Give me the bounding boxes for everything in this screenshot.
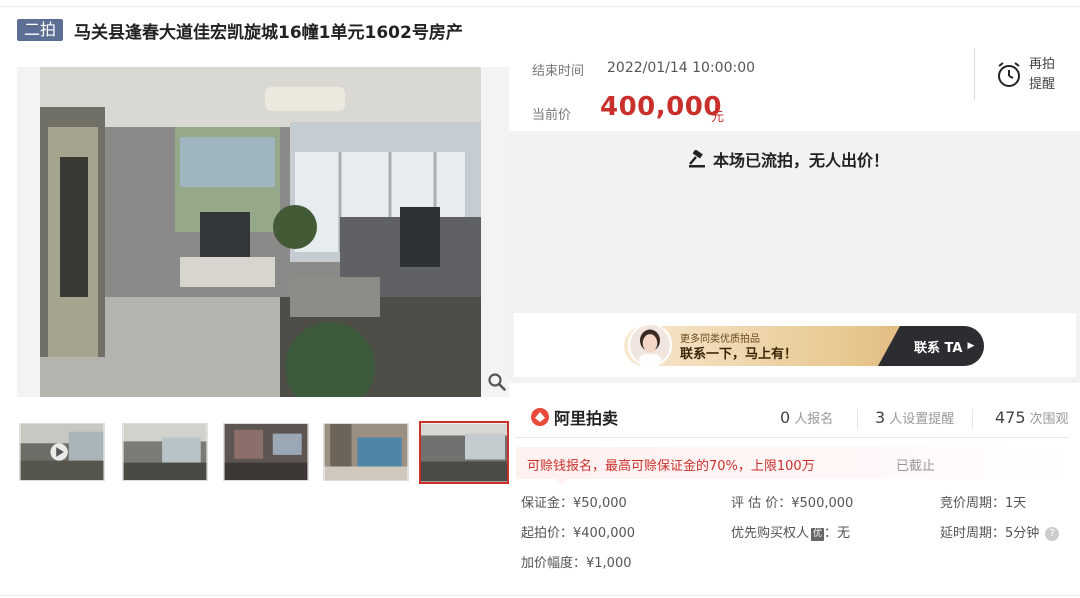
priority-tag: 优 — [811, 528, 825, 541]
avatar — [628, 323, 672, 367]
thumbnail-2[interactable] — [122, 423, 208, 481]
thumbnail-image — [421, 423, 507, 482]
contact-strip[interactable]: 更多同类优质拍品 联系一下，马上有！ 联系 TA ▶ — [624, 326, 984, 366]
reauction-remind-button[interactable]: 再拍 提醒 — [990, 55, 1070, 97]
main-photo[interactable] — [17, 67, 509, 397]
top-divider — [0, 6, 1080, 7]
end-time-value: 2022/01/14 10:00:00 — [607, 60, 756, 76]
priority-buyer: 优先购买权人优：无 — [731, 526, 851, 541]
ali-logo-icon — [531, 408, 549, 426]
thumbnail-image — [324, 424, 408, 480]
contact-banner: 更多同类优质拍品 联系一下，马上有！ 联系 TA ▶ — [514, 313, 1076, 377]
thumbnail-3[interactable] — [223, 423, 309, 481]
page-title: 马关县逢春大道佳宏凯旋城16幢1单元1602号房产 — [74, 22, 463, 43]
contact-big-text: 联系一下，马上有！ — [680, 347, 798, 362]
current-price-value: 400,000 — [600, 92, 722, 122]
status-text: 本场已流拍，无人出价！ — [713, 151, 890, 170]
signup-count: 0 人报名 — [780, 408, 834, 427]
auction-page: 二拍 马关县逢春大道佳宏凯旋城16幢1单元1602号房产 结束时间 2022/0… — [0, 0, 1080, 598]
starting-price: 起拍价：¥400,000 — [521, 526, 636, 541]
living-room-photo — [40, 67, 481, 397]
appraisal-price: 评 估 价：¥500,000 — [731, 496, 854, 511]
thumbnail-5-active[interactable] — [419, 421, 509, 484]
divider — [516, 437, 1068, 438]
help-icon[interactable]: ? — [1045, 527, 1060, 541]
thumbnail-image — [224, 424, 308, 480]
reminder-count: 3 人设置提醒 — [875, 408, 955, 427]
alarm-clock-icon — [998, 62, 1020, 87]
round-tag: 二拍 — [17, 19, 64, 41]
thumbnail-image — [20, 424, 104, 480]
notice-arrow — [556, 479, 568, 485]
current-price-label: 当前价 — [532, 108, 572, 123]
auction-hammer-icon — [689, 150, 705, 168]
divider — [974, 48, 975, 100]
delay-cycle: 延时周期：5分钟? — [940, 522, 1060, 541]
contact-ta-button[interactable]: 联系 TA ▶ — [878, 326, 984, 366]
bid-increment: 加价幅度：¥1,000 — [521, 556, 632, 571]
zoom-icon[interactable] — [487, 372, 507, 392]
divider — [857, 409, 858, 429]
credit-signup-notice: 可赊钱报名，最高可赊保证金的70%，上限100万 已截止 — [516, 447, 1068, 485]
view-count: 475 次围观 — [995, 408, 1069, 427]
notice-status: 已截止 — [896, 459, 936, 474]
avatar-image — [630, 325, 670, 365]
thumbnail-strip — [17, 421, 509, 484]
reauction-remind-label: 再拍 提醒 — [1029, 57, 1056, 92]
title-row: 二拍 马关县逢春大道佳宏凯旋城16幢1单元1602号房产 — [17, 18, 463, 43]
bidding-cycle: 竞价周期：1天 — [940, 496, 1027, 511]
thumbnail-image — [123, 424, 207, 480]
bottom-divider — [0, 595, 1080, 596]
thumbnail-1[interactable] — [19, 423, 105, 481]
ali-auction-logo: 阿里拍卖 — [530, 405, 618, 429]
notice-text: 可赊钱报名，最高可赊保证金的70%，上限100万 — [527, 459, 815, 474]
status-message: 本场已流拍，无人出价！ — [687, 147, 889, 171]
deposit: 保证金：¥50,000 — [521, 496, 627, 511]
price-unit: 元 — [711, 110, 725, 125]
divider — [972, 409, 973, 429]
end-time-label: 结束时间 — [532, 64, 585, 79]
auction-status-panel: 本场已流拍，无人出价！ 更多同类优质拍品 联系一下，马上有！ 联系 TA ▶ — [509, 131, 1080, 383]
thumbnail-4[interactable] — [323, 423, 409, 481]
